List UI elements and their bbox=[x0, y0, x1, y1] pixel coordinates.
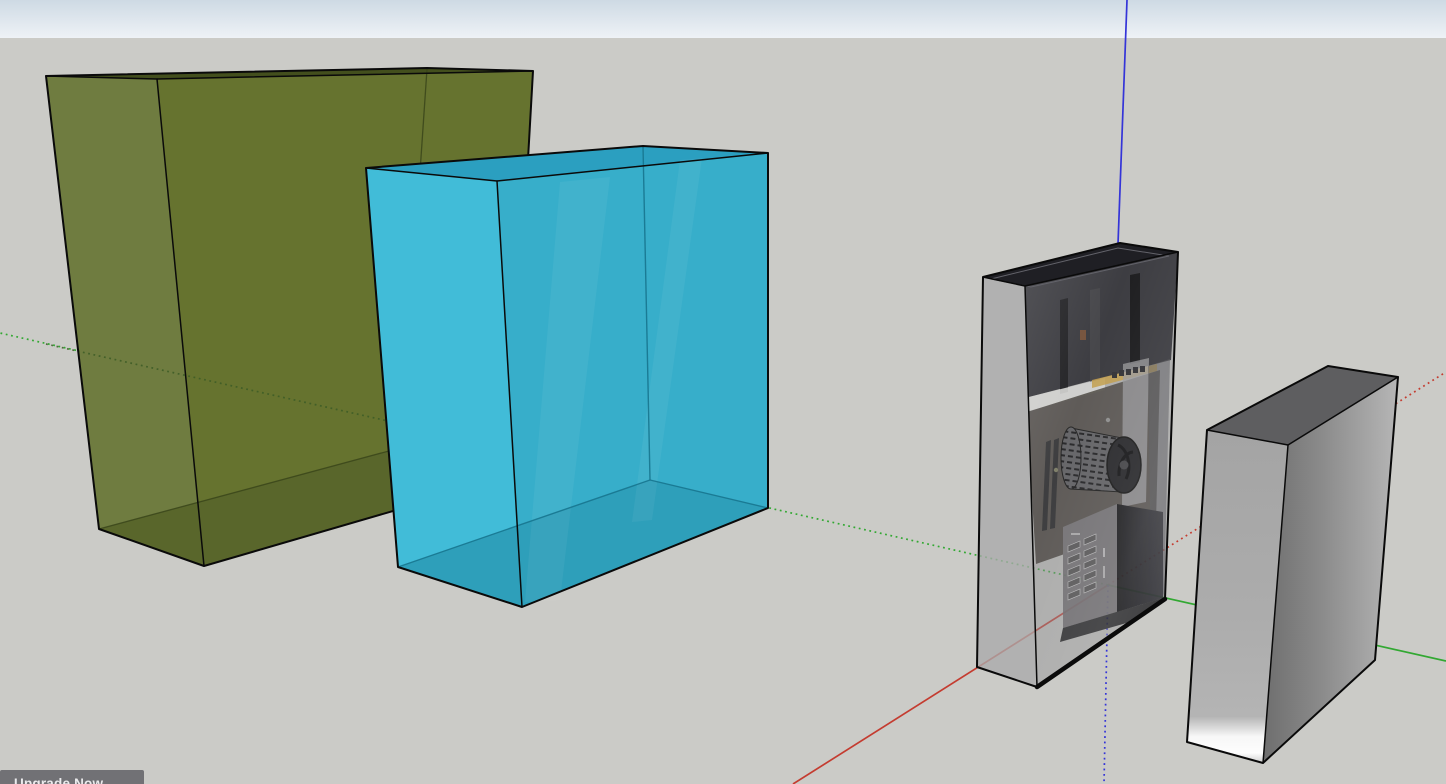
viewport-canvas[interactable] bbox=[0, 0, 1446, 784]
sky-horizon bbox=[0, 0, 1446, 38]
viewport[interactable]: Upgrade Now bbox=[0, 0, 1446, 784]
upgrade-now-button[interactable]: Upgrade Now bbox=[0, 770, 144, 784]
